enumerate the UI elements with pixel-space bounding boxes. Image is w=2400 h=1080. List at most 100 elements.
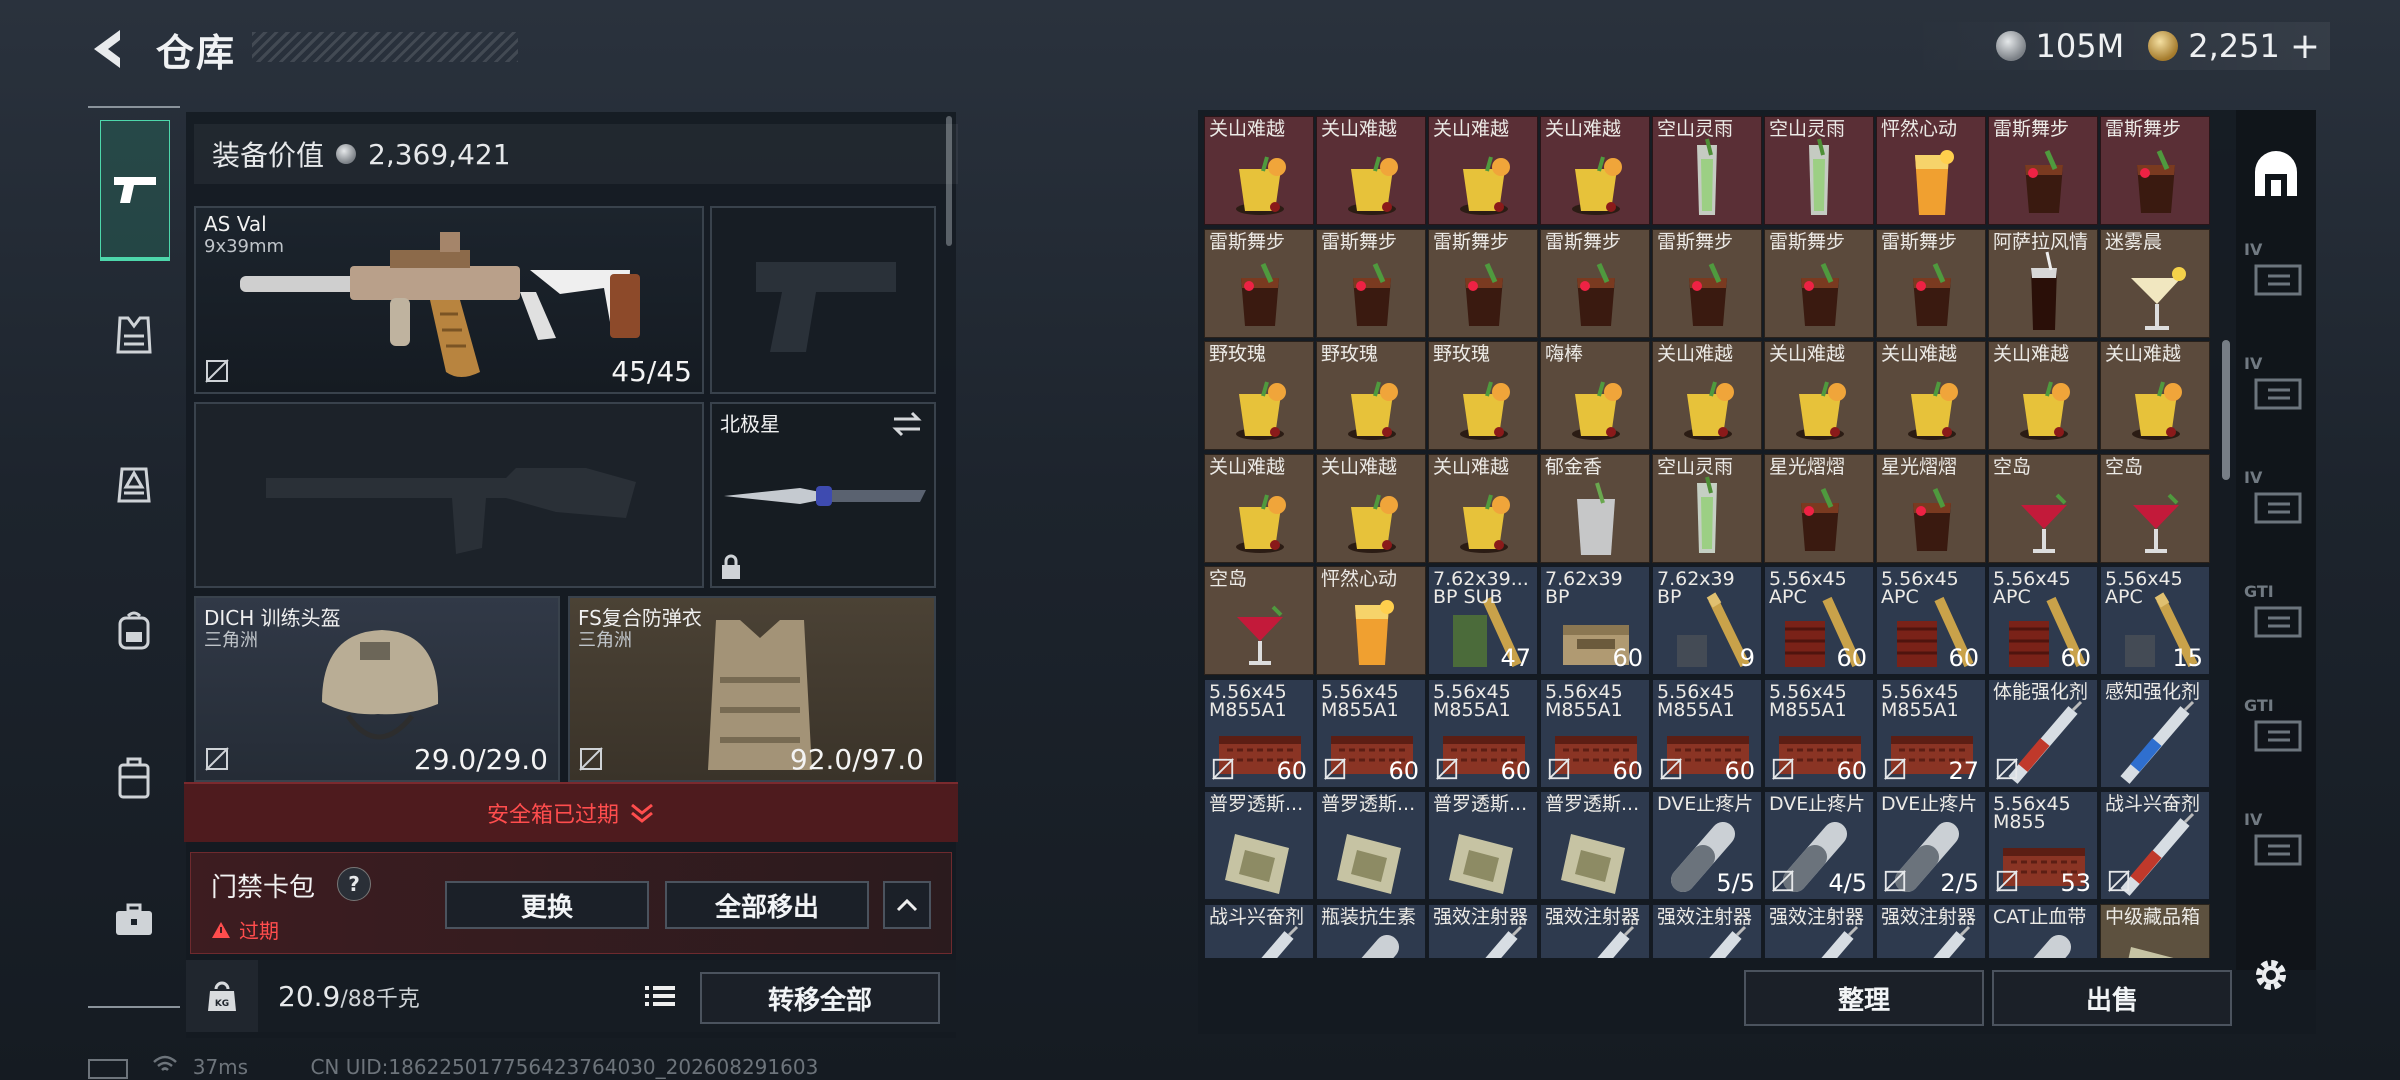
nav-bag[interactable] — [100, 596, 168, 664]
inventory-item[interactable]: 普罗透斯... — [1316, 791, 1426, 900]
inventory-item[interactable]: 5.56x45 APC 60 — [1876, 566, 1986, 675]
inventory-item[interactable]: 怦然心动 — [1316, 566, 1426, 675]
inventory-item[interactable]: 雷斯舞步 — [1428, 228, 1538, 338]
inventory-item[interactable]: 星光熠熠 — [1764, 453, 1874, 563]
inventory-item[interactable]: 中级藏品箱 — [2100, 903, 2210, 958]
pistol-slot[interactable] — [710, 206, 936, 394]
nav-armor[interactable] — [100, 302, 168, 370]
safe-box-expired-bar[interactable]: 安全箱已过期 — [184, 782, 958, 842]
help-button[interactable]: ? — [337, 867, 371, 901]
tab-all[interactable] — [2242, 130, 2310, 220]
inventory-item[interactable]: 5.56x45 APC 60 — [1764, 566, 1874, 675]
inventory-item[interactable]: 野玫瑰 — [1316, 341, 1426, 450]
primary-weapon-slot[interactable]: AS Val 9x39mm 45/45 — [194, 206, 704, 394]
helmet-slot[interactable]: DICH 训练头盔 三角洲 29.0/29.0 — [194, 596, 560, 782]
inventory-item[interactable]: 嗨棒 — [1540, 341, 1650, 450]
remove-all-button[interactable]: 全部移出 — [665, 881, 869, 929]
nav-toolbox[interactable] — [100, 886, 168, 954]
inventory-item[interactable]: 关山难越 — [2100, 341, 2210, 450]
inventory-item[interactable]: 阿萨拉风情 — [1988, 228, 2098, 338]
inventory-item[interactable]: 体能强化剂 — [1988, 678, 2098, 788]
inventory-item[interactable]: 普罗透斯... — [1540, 791, 1650, 900]
inventory-item[interactable]: 5.56x45 M855A1 60 — [1764, 678, 1874, 788]
inventory-item[interactable]: 野玫瑰 — [1428, 341, 1538, 450]
inventory-item[interactable]: 强效注射器 — [1428, 903, 1538, 958]
inventory-item[interactable]: 5.56x45 M855A1 60 — [1204, 678, 1314, 788]
inventory-item[interactable]: 关山难越 — [1652, 341, 1762, 450]
inventory-item[interactable]: 郁金香 — [1540, 453, 1650, 563]
inventory-item[interactable]: 关山难越 — [1540, 116, 1650, 225]
inventory-item[interactable]: 空岛 — [1204, 566, 1314, 675]
inventory-item[interactable]: 关山难越 — [1428, 453, 1538, 563]
inventory-item[interactable]: 雷斯舞步 — [1652, 228, 1762, 338]
inventory-item[interactable]: 感知强化剂 — [2100, 678, 2210, 788]
inventory-scrollbar[interactable] — [2222, 340, 2230, 480]
inventory-item[interactable]: DVE止疼片 4/5 — [1764, 791, 1874, 900]
inventory-item[interactable]: 空山灵雨 — [1652, 116, 1762, 225]
nav-case[interactable] — [100, 744, 168, 812]
nav-backpack[interactable] — [100, 450, 168, 518]
tab-warehouse-2[interactable]: IV — [2242, 344, 2310, 434]
back-button[interactable] — [86, 24, 136, 74]
nav-weapons[interactable] — [100, 120, 170, 261]
tab-warehouse-5[interactable]: GTI — [2242, 686, 2310, 776]
collapse-button[interactable] — [883, 881, 931, 929]
melee-slot[interactable]: 北极星 — [710, 402, 936, 588]
inventory-item[interactable]: 5.56x45 M855A1 60 — [1540, 678, 1650, 788]
list-view-button[interactable] — [642, 978, 678, 1014]
inventory-item[interactable]: 关山难越 — [1764, 341, 1874, 450]
inventory-item[interactable]: 雷斯舞步 — [1876, 228, 1986, 338]
inventory-item[interactable]: 7.62x39 BP 9 — [1652, 566, 1762, 675]
inventory-item[interactable]: 战斗兴奋剂 — [1204, 903, 1314, 958]
inventory-item[interactable]: 关山难越 — [1316, 116, 1426, 225]
tab-warehouse-4[interactable]: GTI — [2242, 572, 2310, 662]
inventory-item[interactable]: 5.56x45 APC 15 — [2100, 566, 2210, 675]
tab-warehouse-3[interactable]: IV — [2242, 458, 2310, 548]
inventory-item[interactable]: 关山难越 — [1428, 116, 1538, 225]
inventory-item[interactable]: 战斗兴奋剂 — [2100, 791, 2210, 900]
inventory-item[interactable]: 强效注射器 — [1764, 903, 1874, 958]
secondary-weapon-slot[interactable] — [194, 402, 704, 588]
inventory-item[interactable]: 5.56x45 M855A1 27 — [1876, 678, 1986, 788]
inventory-item[interactable]: 关山难越 — [1316, 453, 1426, 563]
inventory-item[interactable]: 7.62x39... BP SUB 47 — [1428, 566, 1538, 675]
add-currency-button[interactable]: + — [2290, 26, 2320, 67]
inventory-item[interactable]: CAT止血带 — [1988, 903, 2098, 958]
inventory-item[interactable]: 野玫瑰 — [1204, 341, 1314, 450]
inventory-item[interactable]: 5.56x45 M855A1 60 — [1428, 678, 1538, 788]
inventory-item[interactable]: 普罗透斯... — [1428, 791, 1538, 900]
inventory-item[interactable]: 雷斯舞步 — [1988, 116, 2098, 225]
inventory-item[interactable]: 空山灵雨 — [1652, 453, 1762, 563]
inventory-item[interactable]: 强效注射器 — [1652, 903, 1762, 958]
inventory-item[interactable]: 瓶装抗生素 — [1316, 903, 1426, 958]
inventory-item[interactable]: 关山难越 — [1876, 341, 1986, 450]
inventory-item[interactable]: 雷斯舞步 — [1316, 228, 1426, 338]
inventory-item[interactable]: 迷雾晨 — [2100, 228, 2210, 338]
inventory-item[interactable]: 星光熠熠 — [1876, 453, 1986, 563]
inventory-item[interactable]: 普罗透斯... — [1204, 791, 1314, 900]
transfer-all-button[interactable]: 转移全部 — [700, 972, 940, 1024]
inventory-item[interactable]: 雷斯舞步 — [1764, 228, 1874, 338]
replace-button[interactable]: 更换 — [445, 881, 649, 929]
inventory-item[interactable]: 雷斯舞步 — [1540, 228, 1650, 338]
armor-slot[interactable]: FS复合防弹衣 三角洲 92.0/97.0 — [568, 596, 936, 782]
inventory-item[interactable]: DVE止疼片 2/5 — [1876, 791, 1986, 900]
inventory-item[interactable]: 5.56x45 M855A1 60 — [1316, 678, 1426, 788]
inventory-item[interactable]: 关山难越 — [1204, 116, 1314, 225]
inventory-item[interactable]: 关山难越 — [1988, 341, 2098, 450]
inventory-item[interactable]: 5.56x45 APC 60 — [1988, 566, 2098, 675]
inventory-item[interactable]: 强效注射器 — [1876, 903, 1986, 958]
tab-warehouse-1[interactable]: IV — [2242, 230, 2310, 320]
tab-warehouse-6[interactable]: IV — [2242, 800, 2310, 890]
inventory-item[interactable]: 7.62x39 BP 60 — [1540, 566, 1650, 675]
inventory-item[interactable]: 空岛 — [2100, 453, 2210, 563]
sort-button[interactable]: 整理 — [1744, 970, 1984, 1026]
inventory-item[interactable]: DVE止疼片 5/5 — [1652, 791, 1762, 900]
inventory-item[interactable]: 怦然心动 — [1876, 116, 1986, 225]
inventory-item[interactable]: 空岛 — [1988, 453, 2098, 563]
inventory-item[interactable]: 雷斯舞步 — [2100, 116, 2210, 225]
sell-button[interactable]: 出售 — [1992, 970, 2232, 1026]
swap-icon[interactable] — [890, 410, 924, 438]
inventory-item[interactable]: 5.56x45 M855A1 60 — [1652, 678, 1762, 788]
inventory-item[interactable]: 强效注射器 — [1540, 903, 1650, 958]
